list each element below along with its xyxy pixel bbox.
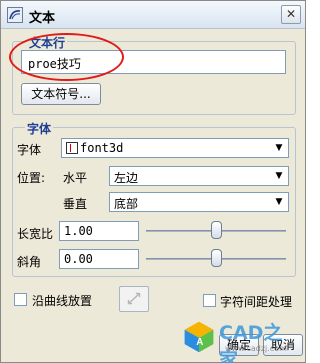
font-label: 字体 bbox=[17, 143, 42, 157]
slant-angle-label: 斜角 bbox=[17, 255, 42, 269]
aspect-ratio-input[interactable]: 1.00 bbox=[59, 221, 139, 241]
vertical-label: 垂直 bbox=[63, 197, 88, 211]
horizontal-select-value: 左边 bbox=[114, 171, 139, 185]
chevron-down-icon: ▼ bbox=[275, 171, 283, 181]
text-dialog: 文本 ✕ 文本行 proe技巧 文本符号... 字体 字体 font3d ▼ 位… bbox=[0, 0, 306, 363]
cad-logo-icon: A bbox=[184, 321, 214, 353]
svg-text:A: A bbox=[196, 337, 203, 348]
horizontal-select[interactable]: 左边 ▼ bbox=[109, 166, 289, 186]
title-bar[interactable]: 文本 ✕ bbox=[1, 1, 305, 29]
window-title: 文本 bbox=[29, 11, 56, 26]
place-along-curve-checkbox[interactable] bbox=[14, 293, 27, 306]
text-line-input[interactable]: proe技巧 bbox=[21, 50, 286, 74]
font-legend: 字体 bbox=[25, 120, 54, 137]
aspect-ratio-label: 长宽比 bbox=[17, 227, 54, 241]
char-spacing-checkbox[interactable] bbox=[203, 294, 216, 307]
text-line-legend: 文本行 bbox=[27, 34, 68, 51]
char-spacing-label: 字符间距处理 bbox=[220, 295, 293, 309]
close-icon: ✕ bbox=[285, 7, 297, 21]
flip-direction-button[interactable] bbox=[119, 286, 149, 312]
flip-arrows-icon bbox=[127, 292, 141, 305]
text-symbol-button[interactable]: 文本符号... bbox=[21, 83, 101, 105]
font-type-icon bbox=[66, 142, 78, 154]
vertical-select[interactable]: 底部 ▼ bbox=[109, 192, 289, 212]
position-label: 位置: bbox=[17, 171, 46, 185]
slant-angle-input[interactable]: 0.00 bbox=[59, 249, 139, 269]
cadzj-watermark: A CAD之家 www.cadzj.com bbox=[181, 312, 301, 363]
chevron-down-icon: ▼ bbox=[275, 197, 283, 207]
watermark-url: www.cadzj.com bbox=[225, 344, 287, 353]
aspect-ratio-slider-thumb[interactable] bbox=[210, 221, 222, 239]
close-button[interactable]: ✕ bbox=[281, 5, 301, 24]
slant-angle-slider-thumb[interactable] bbox=[210, 249, 222, 267]
vertical-select-value: 底部 bbox=[114, 197, 139, 211]
chevron-down-icon: ▼ bbox=[275, 143, 283, 153]
horizontal-label: 水平 bbox=[63, 171, 88, 185]
watermark-brand: CAD之家 bbox=[219, 322, 283, 363]
place-along-curve-label: 沿曲线放置 bbox=[32, 294, 93, 308]
font-select[interactable]: font3d ▼ bbox=[61, 138, 289, 158]
text-app-icon bbox=[7, 7, 23, 23]
font-select-value: font3d bbox=[80, 141, 124, 155]
